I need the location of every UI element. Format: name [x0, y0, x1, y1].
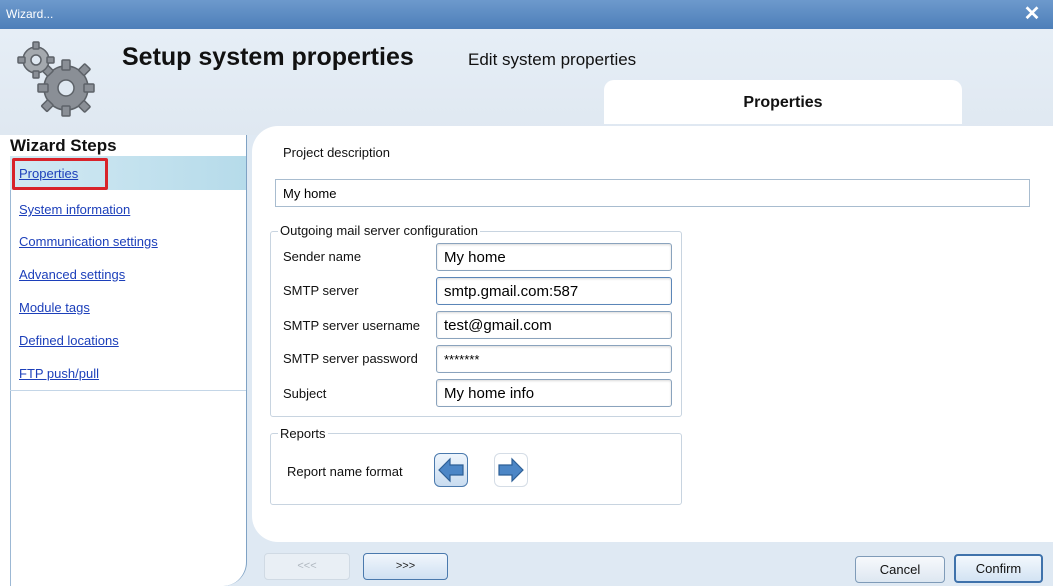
- window-title: Wizard...: [6, 7, 54, 21]
- smtp-username-input[interactable]: [436, 311, 672, 339]
- tab-properties-label: Properties: [743, 94, 823, 111]
- step-ftp-push-pull[interactable]: FTP push/pull: [19, 366, 99, 381]
- tab-properties[interactable]: Properties: [604, 80, 962, 124]
- step-properties[interactable]: Properties: [19, 166, 78, 181]
- step-system-information[interactable]: System information: [19, 202, 130, 217]
- sender-name-label: Sender name: [283, 249, 362, 264]
- project-description-label: Project description: [283, 145, 390, 160]
- window-title-bar: Wizard... ✕: [0, 0, 1053, 29]
- confirm-button[interactable]: Confirm: [954, 554, 1043, 583]
- cancel-button[interactable]: Cancel: [855, 556, 945, 583]
- page-subtitle: Edit system properties: [468, 50, 637, 69]
- page-title: Setup system properties: [122, 43, 414, 71]
- gears-icon: [17, 41, 95, 117]
- report-name-format-label: Report name format: [287, 464, 403, 479]
- smtp-server-input[interactable]: [436, 277, 672, 305]
- smtp-server-label: SMTP server: [283, 283, 359, 298]
- next-button[interactable]: >>>: [363, 553, 448, 580]
- steps-separator: [10, 390, 246, 391]
- step-advanced-settings[interactable]: Advanced settings: [19, 267, 125, 282]
- smtp-username-label: SMTP server username: [283, 318, 421, 333]
- step-communication-settings[interactable]: Communication settings: [19, 234, 158, 249]
- step-defined-locations[interactable]: Defined locations: [19, 333, 119, 348]
- subject-input[interactable]: [436, 379, 672, 407]
- back-button[interactable]: <<<: [264, 553, 350, 580]
- wizard-steps-title: Wizard Steps: [10, 136, 117, 155]
- arrow-right-icon[interactable]: [494, 453, 528, 487]
- sidebar-divider: [10, 156, 11, 586]
- close-icon[interactable]: ✕: [1021, 3, 1043, 25]
- arrow-left-icon[interactable]: [434, 453, 468, 487]
- step-module-tags[interactable]: Module tags: [19, 300, 90, 315]
- smtp-password-label: SMTP server password: [283, 351, 418, 366]
- sender-name-input[interactable]: [436, 243, 672, 271]
- smtp-password-input[interactable]: [436, 345, 672, 373]
- subject-label: Subject: [283, 386, 327, 401]
- project-description-input[interactable]: [275, 179, 1030, 207]
- reports-group-title: Reports: [278, 426, 328, 441]
- mail-server-group-title: Outgoing mail server configuration: [278, 223, 480, 238]
